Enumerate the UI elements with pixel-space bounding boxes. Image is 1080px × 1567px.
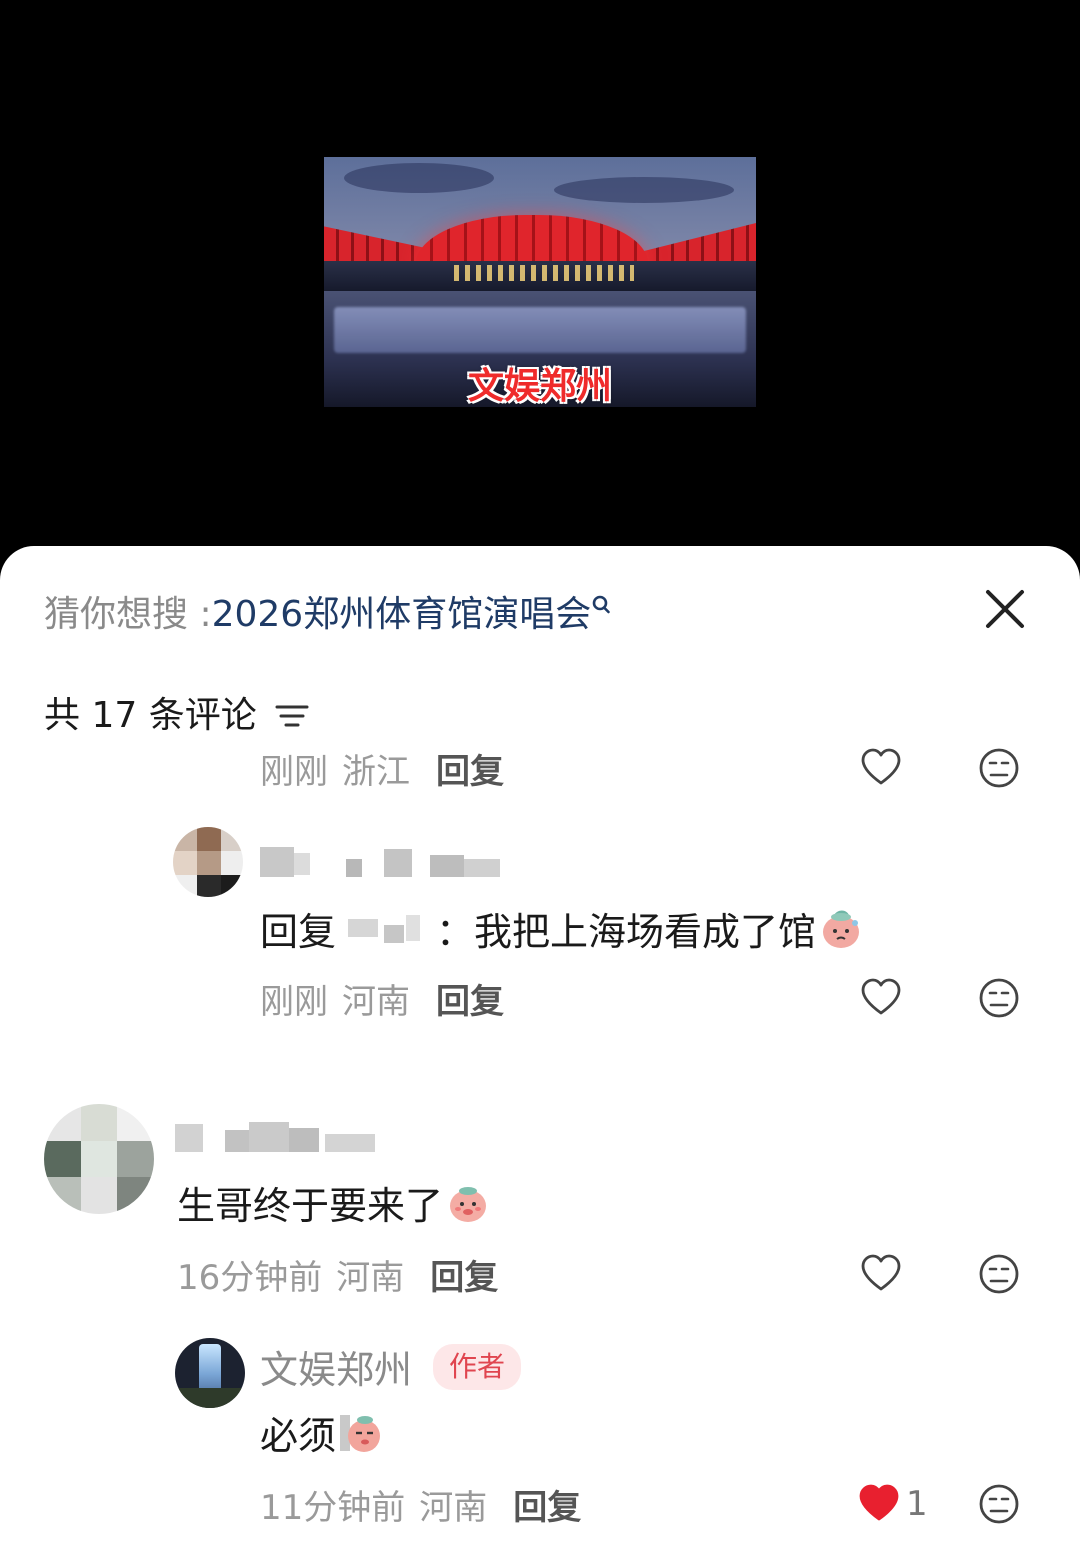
comments-count: 共 17 条评论 xyxy=(44,695,257,736)
author-username[interactable]: 文娱郑州 xyxy=(260,1340,412,1392)
search-icon xyxy=(591,591,611,631)
avatar[interactable] xyxy=(173,827,243,897)
comment-text: 回复 ：我把上海场看成了馆 xyxy=(260,902,864,954)
video-thumbnail[interactable]: 文娱郑州 xyxy=(324,157,756,407)
video-player[interactable]: 文娱郑州 xyxy=(0,0,1080,560)
comment-time: 刚刚 xyxy=(260,751,328,792)
heart-icon[interactable] xyxy=(859,1252,903,1296)
video-caption: 文娱郑州 xyxy=(467,366,612,407)
comment-region: 河南 xyxy=(419,1487,488,1528)
reply-prefix: 回复 xyxy=(260,909,337,954)
dislike-icon[interactable] xyxy=(977,976,1021,1020)
stadium-sign-image xyxy=(334,307,746,353)
reply-button[interactable]: 回复 xyxy=(436,974,504,1023)
dislike-icon[interactable] xyxy=(977,1482,1021,1526)
heart-icon[interactable] xyxy=(859,976,903,1020)
avatar[interactable] xyxy=(175,1338,245,1408)
reply-button[interactable]: 回复 xyxy=(430,1250,498,1299)
reply-target-blurred xyxy=(340,911,432,945)
comment-meta: 刚刚 河南 回复 xyxy=(260,974,504,1023)
reply-body: ：我把上海场看成了馆 xyxy=(436,909,817,954)
close-icon[interactable] xyxy=(984,588,1026,630)
sort-icon[interactable] xyxy=(275,698,309,727)
suggested-search-term[interactable]: 2026郑州体育馆演唱会 xyxy=(212,585,592,637)
comment-region: 河南 xyxy=(336,1257,405,1298)
dislike-icon[interactable] xyxy=(977,1252,1021,1296)
comment-text: 生哥终于要来了 xyxy=(177,1176,491,1228)
author-badge: 作者 xyxy=(433,1344,522,1390)
comment-meta: 刚刚 浙江 回复 xyxy=(260,744,504,793)
comment-time: 11分钟前 xyxy=(260,1487,406,1528)
comment-body: 必须 xyxy=(260,1413,337,1458)
comment-meta: 11分钟前 河南 回复 xyxy=(260,1480,581,1529)
suggested-search-label: 猜你想搜 : xyxy=(44,594,212,635)
peach-emoji-icon xyxy=(445,1179,491,1225)
comments-count-row: 共 17 条评论 xyxy=(44,688,309,736)
heart-icon[interactable] xyxy=(859,746,903,790)
comment-meta: 16分钟前 河南 回复 xyxy=(177,1250,498,1299)
username-blurred[interactable] xyxy=(175,1120,380,1154)
reply-button[interactable]: 回复 xyxy=(513,1480,581,1529)
reply-button[interactable]: 回复 xyxy=(436,744,504,793)
comment-body: 生哥终于要来了 xyxy=(177,1183,444,1228)
comment-region: 河南 xyxy=(342,981,410,1022)
comment-time: 刚刚 xyxy=(260,981,328,1022)
like-count: 1 xyxy=(906,1484,928,1524)
peach-emoji-icon xyxy=(338,1409,384,1455)
comment-text: 必须 xyxy=(260,1406,384,1458)
comment-region: 浙江 xyxy=(342,751,410,792)
peach-emoji-icon xyxy=(818,905,864,951)
heart-filled-icon[interactable] xyxy=(857,1482,901,1526)
suggested-search[interactable]: 猜你想搜 : 2026郑州体育馆演唱会 xyxy=(44,587,611,635)
comment-time: 16分钟前 xyxy=(177,1257,323,1298)
dislike-icon[interactable] xyxy=(977,746,1021,790)
avatar[interactable] xyxy=(44,1104,154,1214)
username-blurred[interactable] xyxy=(260,845,505,879)
